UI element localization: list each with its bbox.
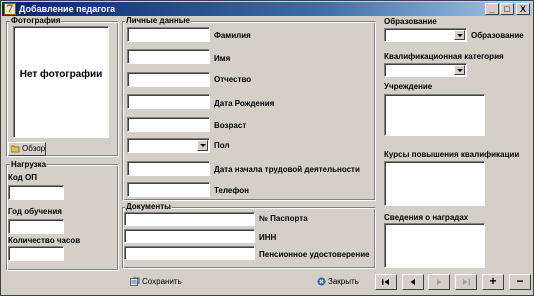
chevron-down-icon[interactable]: [197, 140, 208, 151]
close-window-button[interactable]: X: [516, 3, 530, 15]
last-record-button[interactable]: [455, 274, 477, 290]
minimize-icon: _: [489, 4, 495, 14]
title-bar[interactable]: 7 Добавление педагога _ □ X: [2, 2, 532, 16]
minimize-button[interactable]: _: [485, 3, 499, 15]
hours-label: Количество часов: [8, 236, 81, 245]
pension-label: Пенсионное удостоверение: [259, 250, 370, 259]
hours-input[interactable]: [8, 246, 64, 261]
gender-label: Пол: [214, 141, 230, 150]
first-name-input[interactable]: [127, 49, 210, 64]
category-label: Квалификационная категория: [384, 52, 504, 61]
workload-group-caption: Нагрузка: [10, 160, 48, 169]
delete-record-button[interactable]: −: [509, 274, 531, 290]
window-title: Добавление педагога: [19, 4, 116, 14]
close-circle-icon: [317, 277, 326, 286]
save-icon: [130, 277, 140, 287]
photo-group-caption: Фотография: [10, 16, 62, 25]
phone-input[interactable]: [127, 182, 210, 197]
browse-label: Обзор: [22, 144, 46, 153]
work-start-label: Дата начала трудовой деятельности: [214, 165, 360, 174]
phone-label: Телефон: [214, 186, 249, 195]
next-record-icon: [437, 279, 442, 285]
birth-date-label: Дата Рождения: [214, 99, 275, 108]
photo-frame: Нет фотографии: [13, 26, 109, 138]
gender-select[interactable]: [127, 138, 210, 153]
close-icon: X: [519, 4, 526, 14]
save-button[interactable]: Сохранить: [128, 276, 190, 290]
chevron-down-icon[interactable]: [454, 30, 465, 40]
personal-data-group-caption: Личные данные: [125, 16, 191, 25]
last-name-label: Фамилия: [214, 31, 251, 40]
last-record-icon: [463, 279, 470, 285]
first-record-icon: [382, 279, 389, 285]
folder-icon: [11, 145, 20, 153]
app-icon: 7: [4, 3, 16, 15]
inn-input[interactable]: [124, 229, 255, 243]
first-name-label: Имя: [214, 54, 231, 63]
save-label: Сохранить: [142, 277, 182, 286]
close-label: Закрыть: [328, 277, 359, 286]
education-select-label: Образование: [471, 31, 524, 40]
browse-button[interactable]: Обзор: [8, 142, 46, 156]
courses-textarea[interactable]: [384, 161, 485, 206]
prior-record-icon: [410, 279, 415, 285]
documents-group-caption: Документы: [125, 202, 172, 211]
delete-record-icon: −: [516, 274, 524, 288]
middle-name-input[interactable]: [127, 72, 210, 87]
age-input[interactable]: [127, 117, 210, 132]
inn-label: ИНН: [259, 233, 277, 242]
add-record-icon: +: [489, 274, 497, 288]
education-group-caption: Образование: [384, 17, 437, 26]
passport-input[interactable]: [124, 212, 255, 226]
close-button[interactable]: Закрыть: [315, 276, 367, 290]
work-start-input[interactable]: [127, 161, 210, 176]
prior-record-button[interactable]: [402, 274, 424, 290]
teacher-add-window: 7 Добавление педагога _ □ X Фотография Н…: [0, 0, 534, 296]
awards-label: Сведения о наградах: [384, 213, 469, 222]
next-record-button[interactable]: [428, 274, 450, 290]
no-photo-label: Нет фотографии: [19, 69, 103, 80]
op-code-input[interactable]: [8, 185, 64, 200]
age-label: Возраст: [214, 121, 247, 130]
chevron-down-icon[interactable]: [454, 65, 465, 75]
education-select[interactable]: [384, 28, 467, 42]
birth-date-input[interactable]: [127, 94, 210, 109]
passport-label: № Паспорта: [259, 214, 308, 223]
institution-label: Учреждение: [384, 82, 433, 91]
institution-textarea[interactable]: [384, 94, 485, 136]
op-code-label: Код ОП: [8, 173, 37, 182]
add-record-button[interactable]: +: [482, 274, 504, 290]
first-record-button[interactable]: [375, 274, 397, 290]
pension-input[interactable]: [124, 246, 255, 260]
maximize-button[interactable]: □: [500, 3, 514, 15]
category-select[interactable]: [384, 63, 467, 77]
middle-name-label: Отчество: [214, 75, 252, 84]
study-year-input[interactable]: [8, 219, 64, 234]
awards-textarea[interactable]: [384, 223, 485, 268]
last-name-input[interactable]: [127, 27, 210, 42]
study-year-label: Год обучения: [8, 207, 62, 216]
maximize-icon: □: [504, 4, 510, 14]
courses-label: Курсы повышения квалификации: [384, 150, 520, 159]
